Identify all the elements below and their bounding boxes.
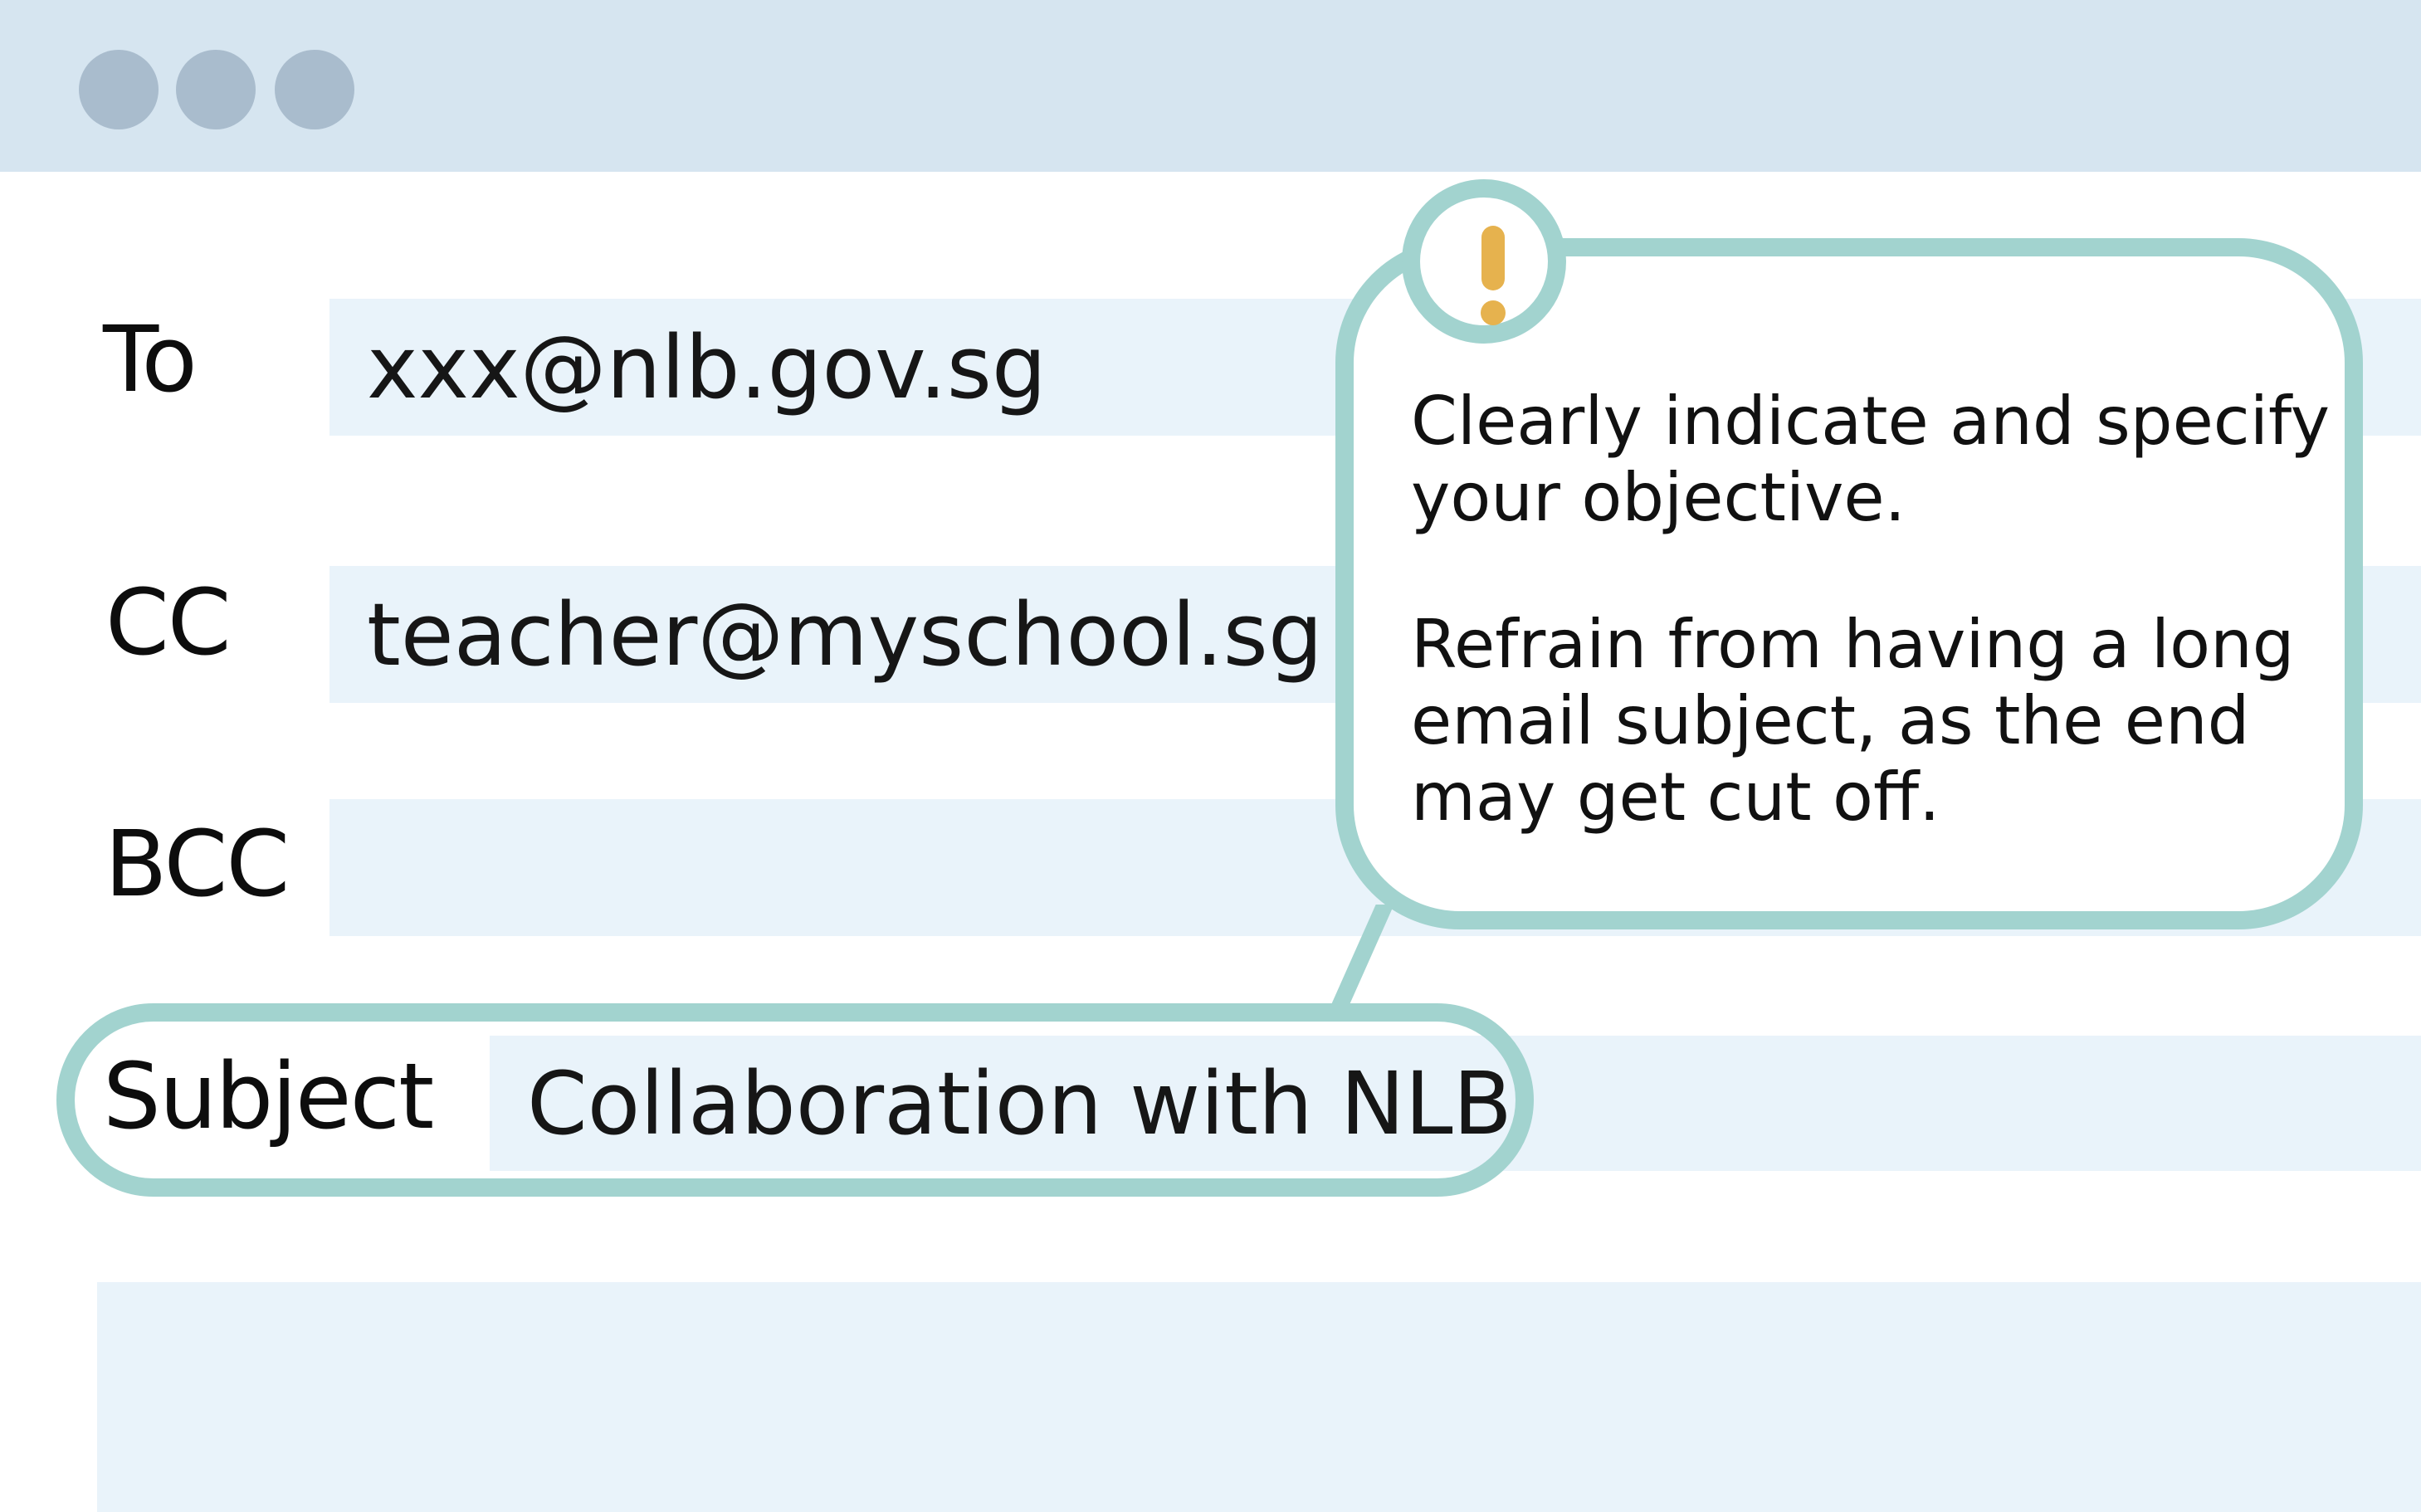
window-maximize-dot[interactable] <box>275 50 354 129</box>
exclamation-dot <box>1481 300 1506 325</box>
subject-highlight-outline <box>56 1003 1534 1197</box>
tip-subject-length-text: Refrain from having a long email subject… <box>1411 606 2295 836</box>
cc-field-value: teacher@myschool.sg <box>367 583 1323 685</box>
exclamation-bar <box>1481 226 1505 290</box>
tip-objective-text: Clearly indicate and specify your object… <box>1411 383 2331 536</box>
to-label: To <box>103 306 198 412</box>
window-minimize-dot[interactable] <box>176 50 256 129</box>
window-titlebar <box>0 0 2421 172</box>
to-field-value: xxx@nlb.gov.sg <box>367 316 1047 418</box>
cc-label: CC <box>105 569 232 676</box>
window-close-dot[interactable] <box>79 50 159 129</box>
bcc-label: BCC <box>105 811 290 917</box>
message-body-field[interactable] <box>97 1282 2421 1512</box>
exclamation-icon <box>1402 179 1566 344</box>
